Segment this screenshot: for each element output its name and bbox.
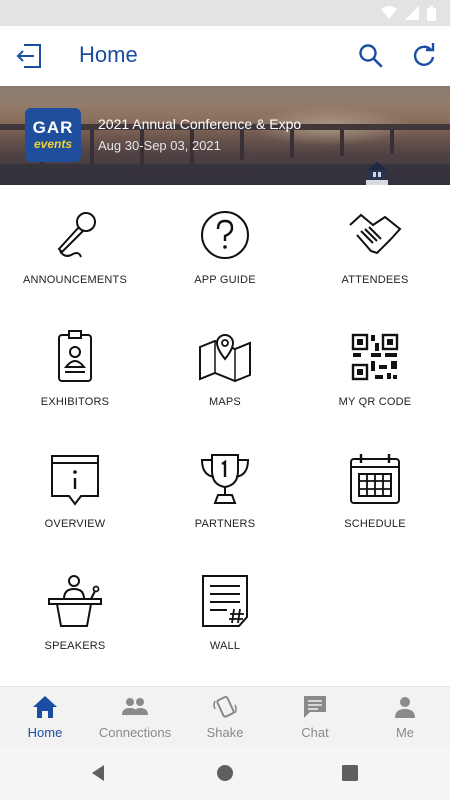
- tile-attendees[interactable]: ATTENDEES: [300, 185, 450, 307]
- home-circle-icon[interactable]: [215, 763, 235, 783]
- page-title: Home: [79, 42, 138, 67]
- home-icon: [33, 696, 57, 718]
- tile-label: MAPS: [209, 396, 241, 408]
- tile-label: SPEAKERS: [44, 640, 106, 652]
- event-dates: Aug 30-Sep 03, 2021: [98, 138, 221, 153]
- tile-label: SCHEDULE: [344, 518, 406, 530]
- tile-wall[interactable]: WALL: [150, 551, 300, 673]
- tile-label: APP GUIDE: [194, 274, 256, 286]
- nav-home[interactable]: Home: [0, 687, 90, 747]
- status-icons: [381, 5, 436, 21]
- signal-icon: [405, 6, 419, 20]
- nav-shake[interactable]: Shake: [180, 687, 270, 747]
- calendar-icon: [350, 454, 400, 504]
- nav-connections[interactable]: Connections: [90, 687, 180, 747]
- trophy-icon: [200, 454, 250, 504]
- recents-square-icon[interactable]: [340, 763, 360, 783]
- lifeguard-tower-icon: [366, 162, 388, 185]
- tile-app-guide[interactable]: APP GUIDE: [150, 185, 300, 307]
- podium-icon: [48, 575, 102, 627]
- bottom-nav: Home Connections Shake Chat Me: [0, 686, 450, 746]
- map-icon: [199, 334, 251, 383]
- gar-events-logo: GAR events: [25, 108, 81, 162]
- tile-announcements[interactable]: ANNOUNCEMENTS: [0, 185, 150, 307]
- tile-label: ANNOUNCEMENTS: [22, 274, 128, 286]
- badge-icon: [58, 330, 92, 382]
- nav-label: Chat: [301, 725, 329, 740]
- battery-icon: [427, 5, 436, 21]
- search-icon[interactable]: [356, 41, 386, 71]
- system-nav-bar: [0, 746, 450, 800]
- refresh-icon[interactable]: [409, 41, 439, 71]
- tile-overview[interactable]: OVERVIEW: [0, 429, 150, 551]
- wifi-icon: [381, 6, 397, 19]
- people-icon: [122, 698, 148, 715]
- tile-my-qr-code[interactable]: MY QR CODE: [300, 307, 450, 429]
- tile-label: ATTENDEES: [341, 274, 409, 286]
- tile-label: PARTNERS: [194, 518, 256, 530]
- tile-label: EXHIBITORS: [40, 396, 110, 408]
- tile-speakers[interactable]: SPEAKERS: [0, 551, 150, 673]
- tile-label: MY QR CODE: [338, 396, 412, 408]
- nav-chat[interactable]: Chat: [270, 687, 360, 747]
- nav-label: Me: [395, 725, 415, 740]
- question-icon: [201, 211, 249, 259]
- status-bar: [0, 0, 450, 26]
- nav-label: Connections: [98, 725, 172, 740]
- tile-partners[interactable]: PARTNERS: [150, 429, 300, 551]
- person-icon: [395, 697, 415, 718]
- feature-grid: ANNOUNCEMENTS APP GUIDE ATTENDEES EXHIBI…: [0, 185, 450, 685]
- back-triangle-icon[interactable]: [88, 763, 108, 783]
- logo-text-events: events: [33, 137, 73, 151]
- logo-text-gar: GAR: [32, 118, 74, 137]
- nav-label: Shake: [206, 725, 244, 740]
- tile-maps[interactable]: MAPS: [150, 307, 300, 429]
- info-icon: [51, 455, 99, 506]
- tile-exhibitors[interactable]: EXHIBITORS: [0, 307, 150, 429]
- event-banner[interactable]: GAR events 2021 Annual Conference & Expo…: [0, 86, 450, 185]
- qr-code-icon: [351, 333, 399, 381]
- wall-icon: [202, 575, 248, 627]
- exit-icon[interactable]: [14, 40, 46, 72]
- microphone-icon: [57, 212, 96, 258]
- nav-label: Home: [27, 725, 63, 740]
- tile-label: OVERVIEW: [44, 518, 106, 530]
- app-bar: Home: [0, 26, 450, 86]
- chat-icon: [304, 696, 326, 718]
- event-title: 2021 Annual Conference & Expo: [98, 116, 302, 132]
- tile-label: WALL: [209, 640, 241, 652]
- tile-schedule[interactable]: SCHEDULE: [300, 429, 450, 551]
- handshake-icon: [349, 213, 402, 255]
- nav-me[interactable]: Me: [360, 687, 450, 747]
- shake-icon: [213, 695, 237, 718]
